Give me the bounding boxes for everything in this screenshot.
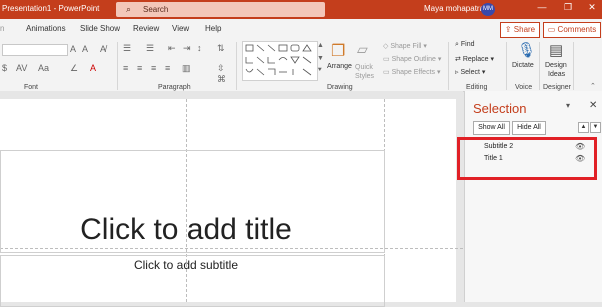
shape-outline-button[interactable]: ▭ Shape Outline ▾: [383, 55, 441, 63]
strikethrough-icon[interactable]: $: [2, 63, 7, 73]
shape-outline-label: Shape Outline: [391, 56, 436, 63]
arrange-icon[interactable]: ❐: [331, 41, 345, 61]
divider: [448, 42, 449, 90]
change-case-icon[interactable]: Aa: [38, 63, 49, 73]
collapse-ribbon-icon[interactable]: ⌃: [590, 82, 596, 90]
columns-icon[interactable]: ▥: [182, 63, 191, 74]
search-placeholder: Search: [143, 5, 169, 14]
shrink-font-icon[interactable]: A: [82, 44, 88, 54]
align-text-icon[interactable]: ⇳: [217, 63, 225, 74]
shapes-gallery-icons: [245, 44, 312, 76]
comment-icon: ▭: [547, 25, 558, 34]
justify-icon[interactable]: ≡: [165, 63, 170, 73]
arrange-button[interactable]: Arrange: [327, 63, 352, 70]
shape-effects-label: Shape Effects: [391, 69, 436, 76]
tab-animations[interactable]: Animations: [26, 24, 66, 33]
char-spacing-icon[interactable]: AV: [16, 63, 27, 73]
close-icon[interactable]: ✕: [589, 100, 597, 111]
group-label-paragraph: Paragraph: [158, 84, 191, 91]
gallery-more-icon[interactable]: ⯆: [317, 67, 323, 75]
group-label-designer: Designer: [543, 84, 572, 91]
close-button[interactable]: ✕: [584, 2, 600, 13]
replace-button[interactable]: ⇄ Replace ▾: [455, 55, 494, 63]
quick-styles-icon[interactable]: ▱: [357, 41, 368, 58]
comments-label: Comments: [557, 25, 597, 34]
share-label: Share: [513, 25, 536, 34]
grow-font-icon[interactable]: A: [70, 44, 76, 54]
tab-slide-show[interactable]: Slide Show: [80, 24, 120, 33]
comments-button[interactable]: ▭ Comments: [543, 22, 601, 38]
find-label: Find: [460, 41, 475, 48]
show-all-button[interactable]: Show All: [473, 121, 510, 135]
group-label-drawing: Drawing: [327, 84, 353, 91]
title-bar: Presentation1 - PowerPoint ⌕ Search Maya…: [0, 0, 602, 19]
avatar[interactable]: MM: [481, 3, 495, 16]
microphone-icon[interactable]: 🎙: [517, 41, 536, 59]
clear-format-icon[interactable]: A̸: [100, 44, 106, 54]
select-button[interactable]: ▹ Select ▾: [455, 68, 485, 76]
font-color-icon[interactable]: A: [90, 63, 96, 73]
minimize-button[interactable]: —: [534, 2, 550, 12]
user-name[interactable]: Maya mohapatra: [424, 4, 484, 13]
align-center-icon[interactable]: ≡: [137, 63, 142, 73]
selection-pane-title: Selection: [473, 101, 527, 116]
shape-fill-label: Shape Fill: [390, 43, 422, 50]
share-icon: ⇪: [504, 25, 514, 34]
pane-options-icon[interactable]: ▾: [566, 101, 570, 110]
subtitle-placeholder-text[interactable]: Click to add subtitle: [0, 258, 372, 272]
divider: [236, 42, 237, 90]
gallery-up-icon[interactable]: ▲: [317, 42, 324, 49]
smartart-icon[interactable]: ⌘: [217, 74, 226, 85]
divider: [573, 42, 574, 90]
shapes-gallery[interactable]: [242, 41, 318, 81]
divider: [506, 42, 507, 90]
increase-indent-icon[interactable]: ⇥: [183, 43, 191, 54]
align-right-icon[interactable]: ≡: [151, 63, 156, 73]
restore-button[interactable]: ❐: [560, 2, 576, 13]
design-ideas-line2[interactable]: Ideas: [548, 71, 565, 78]
gallery-down-icon[interactable]: ▼: [317, 55, 324, 62]
tab-partial[interactable]: n: [0, 24, 4, 33]
font-size-box[interactable]: [2, 44, 68, 56]
hide-all-button[interactable]: Hide All: [512, 121, 546, 135]
tab-view[interactable]: View: [172, 24, 189, 33]
dictate-button[interactable]: Dictate: [512, 62, 534, 69]
highlight-icon[interactable]: ∠: [70, 63, 78, 74]
group-label-font: Font: [24, 84, 39, 91]
design-ideas-line1[interactable]: Design: [545, 62, 567, 69]
divider: [117, 42, 118, 90]
send-backward-icon[interactable]: ▼: [590, 122, 601, 133]
text-direction-icon[interactable]: ⇅: [217, 43, 225, 54]
quick-styles-button[interactable]: Quick Styles: [355, 63, 377, 81]
group-label-editing: Editing: [466, 84, 488, 91]
search-box[interactable]: ⌕ Search: [116, 2, 325, 17]
highlight-rectangle: [457, 137, 597, 180]
find-button[interactable]: ⌕ Find: [455, 41, 475, 49]
bring-forward-icon[interactable]: ▲: [578, 122, 589, 133]
group-label-voice: Voice: [515, 84, 533, 91]
replace-label: Replace: [462, 56, 489, 63]
design-ideas-icon[interactable]: ▤: [549, 41, 563, 59]
search-icon: ⌕: [126, 4, 132, 14]
shape-fill-button[interactable]: ◇ Shape Fill ▾: [383, 42, 427, 50]
replace-icon: ⇄: [455, 56, 463, 63]
shape-effects-button[interactable]: ▭ Shape Effects ▾: [383, 68, 441, 76]
share-button[interactable]: ⇪ Share: [500, 22, 540, 38]
decrease-indent-icon[interactable]: ⇤: [168, 43, 176, 54]
select-label: Select: [460, 69, 480, 76]
numbering-icon[interactable]: ☰: [146, 43, 154, 54]
line-spacing-icon[interactable]: ↕: [197, 43, 202, 53]
bullets-icon[interactable]: ☰: [123, 43, 131, 54]
divider: [539, 42, 540, 90]
tab-help[interactable]: Help: [205, 24, 221, 33]
window-title: Presentation1 - PowerPoint: [2, 4, 100, 13]
tab-review[interactable]: Review: [133, 24, 159, 33]
title-placeholder-text[interactable]: Click to add title: [0, 213, 372, 247]
align-left-icon[interactable]: ≡: [123, 63, 128, 73]
